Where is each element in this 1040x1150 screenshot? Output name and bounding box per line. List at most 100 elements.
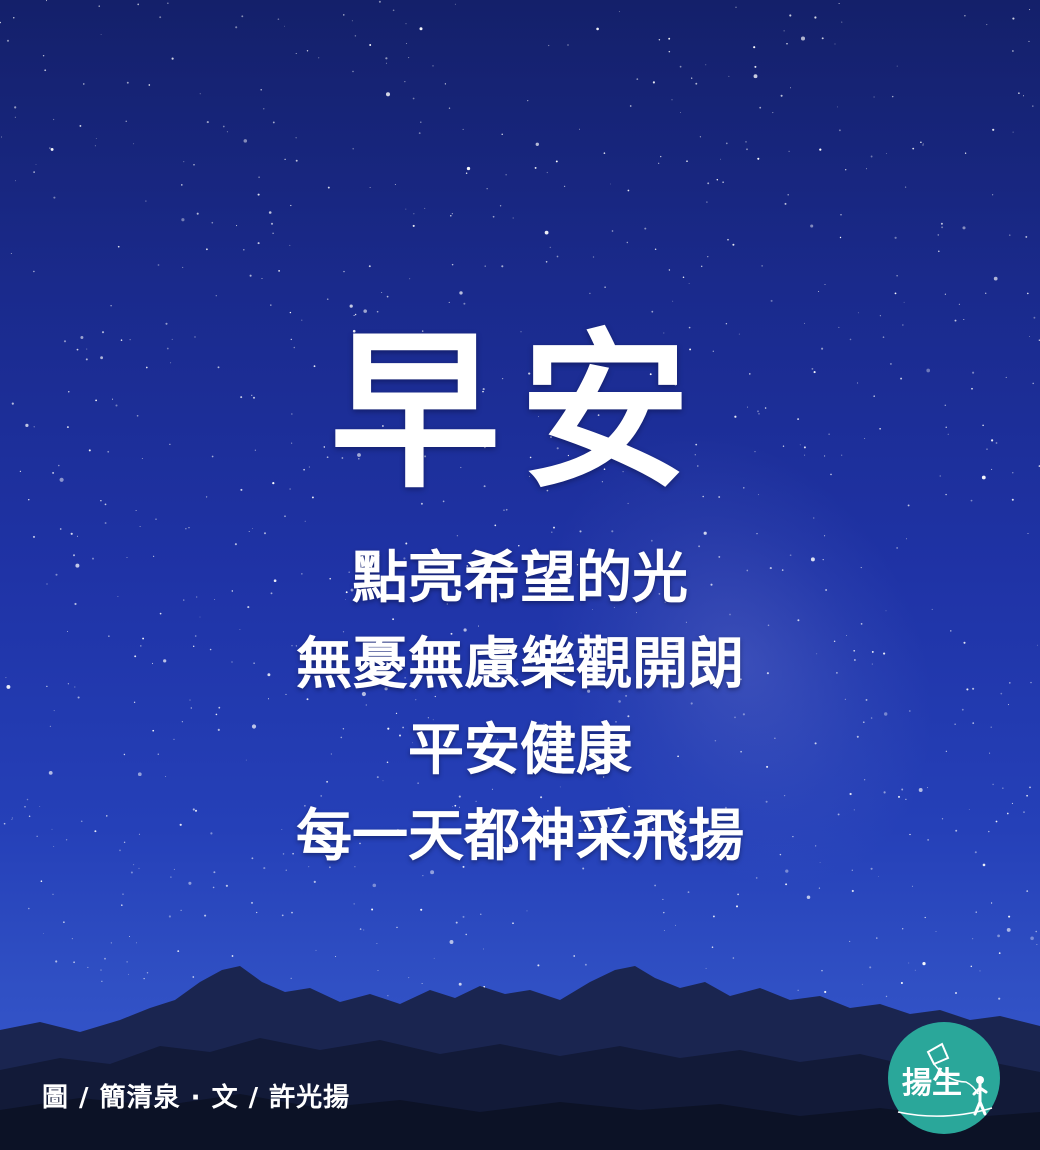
star xyxy=(349,304,353,308)
star xyxy=(1006,927,1011,932)
star xyxy=(359,928,362,930)
star xyxy=(780,94,783,97)
star xyxy=(251,901,253,904)
star xyxy=(482,948,484,950)
star xyxy=(94,145,96,147)
star xyxy=(611,230,614,232)
star xyxy=(352,147,354,150)
star xyxy=(841,21,843,23)
star xyxy=(70,532,73,535)
star xyxy=(52,893,54,895)
star xyxy=(746,148,748,151)
message-line-3: 平安健康 xyxy=(408,718,632,783)
star xyxy=(378,0,381,3)
star xyxy=(896,65,898,67)
star xyxy=(911,885,913,887)
mountain-silhouette xyxy=(0,966,1040,1150)
star xyxy=(145,200,147,202)
star xyxy=(419,27,423,31)
star xyxy=(167,2,169,4)
star xyxy=(204,914,207,917)
star xyxy=(52,118,55,121)
star xyxy=(1030,936,1034,941)
star xyxy=(546,171,548,174)
star xyxy=(284,515,286,518)
star xyxy=(1032,105,1034,107)
star xyxy=(185,528,187,530)
star xyxy=(993,276,998,281)
star xyxy=(257,193,260,196)
star xyxy=(412,224,415,227)
star xyxy=(104,522,107,524)
star xyxy=(789,14,792,17)
star xyxy=(386,295,389,298)
star xyxy=(589,292,591,295)
star xyxy=(1026,292,1029,295)
star xyxy=(1028,40,1030,42)
star xyxy=(660,155,662,158)
star xyxy=(14,106,17,109)
star xyxy=(263,108,265,110)
star xyxy=(315,949,317,951)
star xyxy=(720,158,721,160)
star xyxy=(454,3,456,5)
star xyxy=(761,265,763,267)
star xyxy=(636,78,639,80)
star xyxy=(369,44,372,46)
star xyxy=(818,291,820,292)
greeting-title: 早安 xyxy=(329,314,710,512)
star xyxy=(188,881,192,885)
star xyxy=(857,312,859,314)
star xyxy=(327,186,330,189)
star xyxy=(849,940,851,942)
star xyxy=(544,230,549,235)
star xyxy=(789,87,791,89)
star xyxy=(256,911,258,914)
star xyxy=(556,255,559,258)
star xyxy=(40,880,43,882)
star xyxy=(376,310,379,313)
star xyxy=(668,37,671,40)
star xyxy=(343,270,345,273)
star xyxy=(363,309,367,313)
star xyxy=(886,153,888,155)
star xyxy=(732,957,735,959)
star xyxy=(183,161,185,163)
star xyxy=(686,160,688,163)
star xyxy=(922,143,924,145)
star xyxy=(873,96,875,98)
star xyxy=(352,70,354,73)
star xyxy=(879,315,881,317)
star xyxy=(1,136,2,138)
star xyxy=(706,201,708,203)
star xyxy=(376,942,378,945)
star xyxy=(354,35,357,37)
star xyxy=(306,50,309,52)
logo-text: 揚生 xyxy=(902,1066,962,1101)
star xyxy=(396,926,398,929)
star xyxy=(211,221,214,224)
star xyxy=(691,77,693,79)
star xyxy=(369,187,371,189)
star xyxy=(964,15,966,17)
star xyxy=(492,215,495,218)
star xyxy=(290,204,292,207)
star xyxy=(786,43,788,45)
star xyxy=(100,34,102,35)
star xyxy=(821,37,824,40)
star xyxy=(222,125,225,128)
star xyxy=(122,893,124,895)
star xyxy=(1035,930,1037,933)
star xyxy=(363,929,365,931)
star xyxy=(14,116,16,118)
message-line-1: 點亮希望的光 xyxy=(352,546,688,611)
star xyxy=(248,531,250,532)
star xyxy=(629,105,632,107)
star xyxy=(603,152,606,154)
star xyxy=(787,194,789,196)
star xyxy=(840,214,842,216)
star xyxy=(193,163,195,166)
star xyxy=(243,249,245,251)
star xyxy=(257,242,260,245)
star xyxy=(95,138,97,140)
